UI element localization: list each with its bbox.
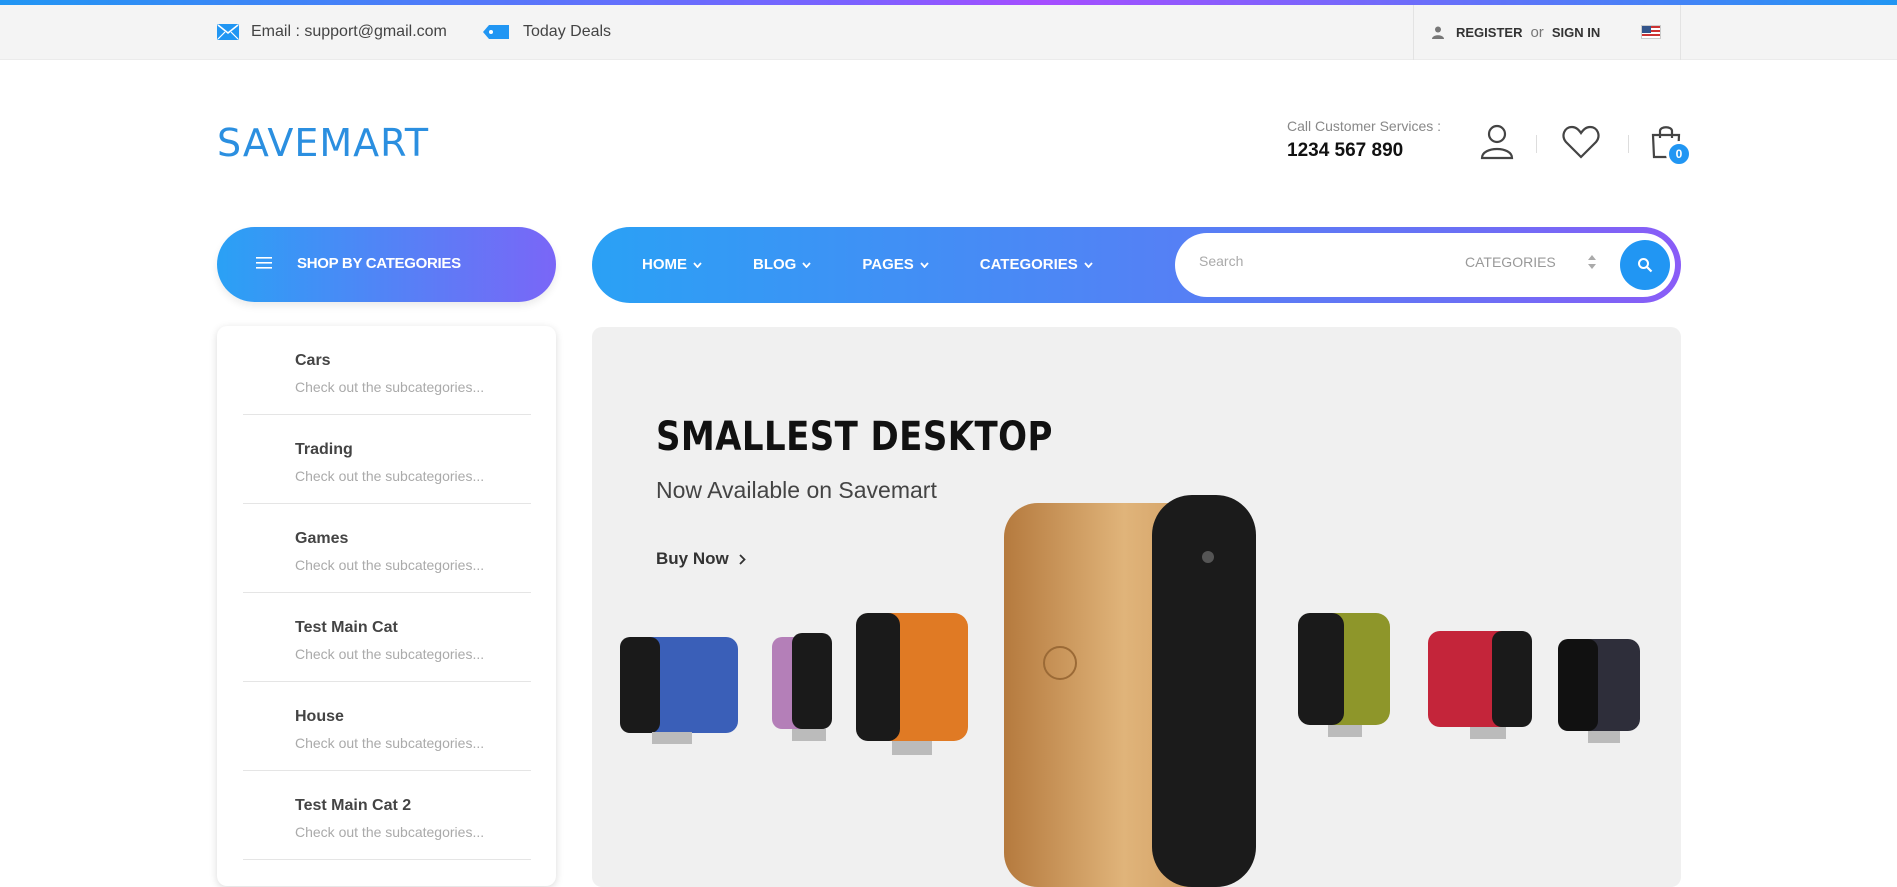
main-navigation: HOME BLOG PAGES CATEGORIES CATEGORIES xyxy=(592,227,1681,303)
nav-item-blog[interactable]: BLOG xyxy=(753,256,812,273)
wishlist-heart-icon[interactable] xyxy=(1561,124,1601,160)
chevron-down-icon xyxy=(920,261,929,268)
nav-item-label: CATEGORIES xyxy=(979,256,1078,273)
hero-banner: SMALLEST DESKTOP Now Available on Savema… xyxy=(592,327,1681,887)
search-input[interactable] xyxy=(1199,253,1439,269)
category-item-test-main-cat-2[interactable]: Test Main Cat 2 Check out the subcategor… xyxy=(243,771,531,860)
chevron-down-icon xyxy=(693,261,702,268)
search-category-select[interactable]: CATEGORIES xyxy=(1465,254,1556,270)
category-title: Cars xyxy=(295,352,331,369)
or-text: or xyxy=(1530,24,1544,41)
search-icon xyxy=(1638,258,1653,273)
nav-item-label: PAGES xyxy=(862,256,914,273)
email-contact[interactable]: Email : support@gmail.com xyxy=(217,23,447,41)
site-logo[interactable]: SAVEMART xyxy=(217,121,429,165)
category-item-test-main-cat[interactable]: Test Main Cat Check out the subcategorie… xyxy=(243,593,531,682)
category-subtitle: Check out the subcategories... xyxy=(295,468,485,484)
sign-in-link[interactable]: SIGN IN xyxy=(1552,25,1600,40)
category-subtitle: Check out the subcategories... xyxy=(295,735,485,751)
nav-item-categories[interactable]: CATEGORIES xyxy=(980,256,1093,273)
category-title: Trading xyxy=(295,441,353,458)
nav-item-label: HOME xyxy=(642,256,687,273)
search-bar: CATEGORIES xyxy=(1175,233,1675,297)
cart-count-badge: 0 xyxy=(1666,141,1692,167)
call-number: 1234 567 890 xyxy=(1287,140,1404,161)
top-bar: Email : support@gmail.com Today Deals RE… xyxy=(0,5,1897,60)
header-divider xyxy=(1536,135,1537,153)
search-button[interactable] xyxy=(1620,240,1670,290)
category-title: Test Main Cat 2 xyxy=(295,797,412,814)
category-subtitle: Check out the subcategories... xyxy=(295,557,485,573)
category-item-games[interactable]: Games Check out the subcategories... xyxy=(243,504,531,593)
customer-service: Call Customer Services : 1234 567 890 xyxy=(1287,118,1441,162)
category-title: Games xyxy=(295,530,349,547)
register-link[interactable]: REGISTER xyxy=(1456,25,1522,40)
category-item-cars[interactable]: Cars Check out the subcategories... xyxy=(243,326,531,415)
shop-by-categories-button[interactable]: SHOP BY CATEGORIES xyxy=(217,227,556,302)
category-list: Cars Check out the subcategories... Trad… xyxy=(217,326,556,886)
nav-menu: HOME BLOG PAGES CATEGORIES xyxy=(642,256,1144,273)
account-area: REGISTER or SIGN IN xyxy=(1413,5,1681,60)
header-divider xyxy=(1628,135,1629,153)
nav-item-label: BLOG xyxy=(753,256,797,273)
user-icon xyxy=(1432,26,1444,39)
account-links: REGISTER or SIGN IN xyxy=(1432,24,1600,41)
chevron-down-icon xyxy=(1084,261,1093,268)
category-title: House xyxy=(295,708,344,725)
category-subtitle: Check out the subcategories... xyxy=(295,824,485,840)
categories-button-label: SHOP BY CATEGORIES xyxy=(297,255,461,272)
email-label: Email : support@gmail.com xyxy=(251,23,447,40)
account-icon[interactable] xyxy=(1480,124,1514,160)
category-title: Test Main Cat xyxy=(295,619,398,636)
nav-item-home[interactable]: HOME xyxy=(642,256,702,273)
select-arrows-icon xyxy=(1588,255,1596,269)
category-item-house[interactable]: House Check out the subcategories... xyxy=(243,682,531,771)
envelope-icon xyxy=(217,24,239,40)
category-subtitle: Check out the subcategories... xyxy=(295,379,485,395)
today-deals-link[interactable]: Today Deals xyxy=(483,23,611,41)
menu-icon xyxy=(256,257,272,269)
today-deals-label: Today Deals xyxy=(523,23,612,40)
chevron-down-icon xyxy=(802,261,812,268)
nav-item-pages[interactable]: PAGES xyxy=(862,256,929,273)
tag-icon xyxy=(483,25,509,39)
category-item-trading[interactable]: Trading Check out the subcategories... xyxy=(243,415,531,504)
category-subtitle: Check out the subcategories... xyxy=(295,646,485,662)
call-label: Call Customer Services : xyxy=(1287,118,1442,134)
us-flag-icon[interactable] xyxy=(1641,25,1661,39)
desktop-computers-image xyxy=(620,495,1640,887)
